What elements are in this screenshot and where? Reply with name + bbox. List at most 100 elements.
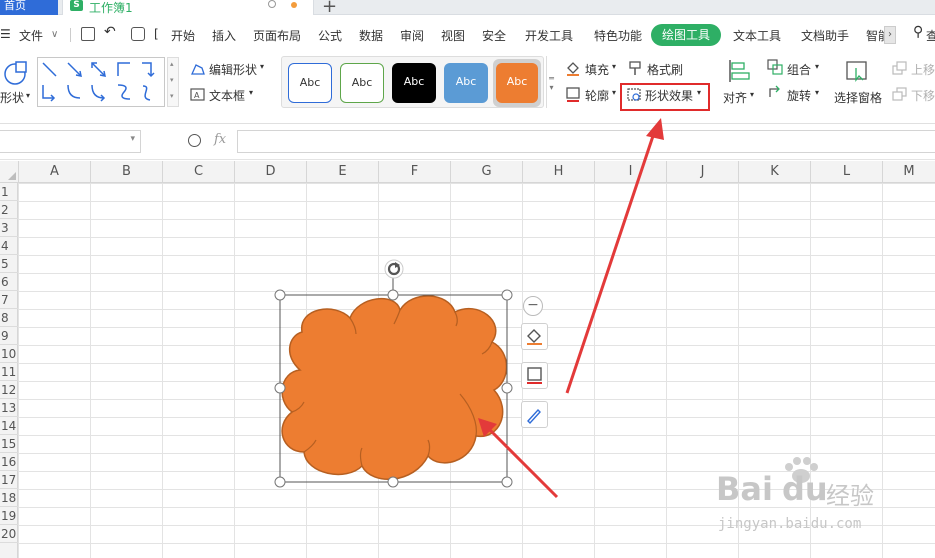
- collapse-icon[interactable]: −: [523, 296, 543, 316]
- print-icon[interactable]: [131, 27, 145, 41]
- chevron-down-icon[interactable]: ▾: [750, 90, 754, 99]
- row-header[interactable]: 2: [0, 201, 18, 219]
- row-header[interactable]: 6: [0, 273, 18, 291]
- menu-start[interactable]: 开始: [171, 27, 195, 44]
- column-header[interactable]: L: [810, 161, 882, 183]
- chevron-down-icon[interactable]: ▾: [612, 62, 616, 71]
- search-icon[interactable]: ⚲: [913, 24, 923, 40]
- column-header[interactable]: M: [882, 161, 935, 183]
- row-header[interactable]: 8: [0, 309, 18, 327]
- chevron-down-icon[interactable]: ▾: [815, 62, 819, 71]
- menu-text-tools[interactable]: 文本工具: [733, 27, 781, 44]
- column-header[interactable]: A: [18, 161, 90, 183]
- align-button[interactable]: 对齐: [723, 89, 747, 106]
- row-header[interactable]: 5: [0, 255, 18, 273]
- fx-icon[interactable]: fx: [214, 132, 226, 147]
- format-painter-icon[interactable]: [628, 60, 644, 76]
- undo-icon[interactable]: ↶: [104, 24, 116, 40]
- column-header[interactable]: B: [90, 161, 162, 183]
- style-blue[interactable]: Abc: [444, 63, 488, 103]
- row-header[interactable]: 4: [0, 237, 18, 255]
- float-style-button[interactable]: [521, 401, 548, 428]
- row-header[interactable]: 14: [0, 417, 18, 435]
- row-header[interactable]: 12: [0, 381, 18, 399]
- fill-icon[interactable]: [565, 60, 581, 76]
- row-header[interactable]: 20: [0, 525, 18, 543]
- rotate-button[interactable]: 旋转: [787, 87, 811, 104]
- new-tab-button[interactable]: +: [322, 0, 337, 17]
- save-icon[interactable]: [81, 27, 95, 41]
- align-icon[interactable]: [727, 58, 751, 84]
- name-box[interactable]: ▾: [0, 130, 141, 153]
- row-header[interactable]: 15: [0, 435, 18, 453]
- line-gallery-scroll[interactable]: ▴ ▾ ▾: [167, 57, 179, 107]
- chevron-down-icon[interactable]: ▾: [612, 88, 616, 97]
- column-header[interactable]: G: [450, 161, 522, 183]
- row-header[interactable]: 3: [0, 219, 18, 237]
- pin-icon[interactable]: [268, 0, 276, 8]
- selection-pane-icon[interactable]: [845, 59, 869, 83]
- chevron-down-icon[interactable]: ▾: [249, 88, 253, 97]
- rotate-icon[interactable]: [767, 85, 783, 101]
- menu-doc-assistant[interactable]: 文档助手: [801, 27, 849, 44]
- selection-pane-button[interactable]: 选择窗格: [834, 89, 882, 106]
- shape-button-label[interactable]: 形状: [0, 89, 24, 106]
- fill-button[interactable]: 填充: [585, 61, 609, 78]
- row-header[interactable]: 1: [0, 183, 18, 201]
- menu-review[interactable]: 审阅: [400, 27, 424, 44]
- chevron-down-icon[interactable]: ▾: [815, 88, 819, 97]
- search-label[interactable]: 查: [926, 27, 935, 44]
- shape-effects-icon[interactable]: [626, 87, 642, 103]
- menu-developer[interactable]: 开发工具: [525, 27, 573, 44]
- column-header[interactable]: H: [522, 161, 594, 183]
- menu-icon[interactable]: ☰: [0, 27, 11, 41]
- chevron-down-icon[interactable]: ▾: [130, 134, 135, 144]
- row-header[interactable]: 19: [0, 507, 18, 525]
- menu-scroll-right-button[interactable]: ›: [884, 26, 896, 44]
- row-header[interactable]: 9: [0, 327, 18, 345]
- outline-button[interactable]: 轮廓: [585, 87, 609, 104]
- column-header[interactable]: I: [594, 161, 666, 183]
- more-quick-access-icon[interactable]: [: [154, 27, 159, 41]
- float-fill-button[interactable]: [521, 323, 548, 350]
- edit-shape-button[interactable]: 编辑形状: [209, 61, 257, 78]
- menu-formulas[interactable]: 公式: [318, 27, 342, 44]
- menu-insert[interactable]: 插入: [212, 27, 236, 44]
- text-box-icon[interactable]: A: [190, 88, 206, 102]
- text-box-button[interactable]: 文本框: [209, 87, 245, 104]
- menu-view[interactable]: 视图: [441, 27, 465, 44]
- menu-drawing-tools[interactable]: 绘图工具: [651, 24, 721, 46]
- menu-special-features[interactable]: 特色功能: [594, 27, 642, 44]
- chevron-down-icon[interactable]: ∨: [51, 29, 58, 40]
- format-painter-button[interactable]: 格式刷: [647, 61, 683, 78]
- group-button[interactable]: 组合: [787, 61, 811, 78]
- row-header[interactable]: 18: [0, 489, 18, 507]
- style-black[interactable]: Abc: [392, 63, 436, 103]
- tab-workbook[interactable]: S 工作簿1: [62, 0, 314, 15]
- row-header[interactable]: 10: [0, 345, 18, 363]
- style-outline-blue[interactable]: Abc: [288, 63, 332, 103]
- menu-data[interactable]: 数据: [359, 27, 383, 44]
- menu-page-layout[interactable]: 页面布局: [253, 27, 301, 44]
- outline-icon[interactable]: [565, 86, 581, 102]
- row-header[interactable]: 16: [0, 453, 18, 471]
- zoom-icon[interactable]: [188, 134, 201, 147]
- line-shapes-icons[interactable]: [38, 58, 166, 108]
- tab-home[interactable]: 首页: [0, 0, 58, 15]
- row-header[interactable]: 7: [0, 291, 18, 309]
- formula-input[interactable]: [237, 130, 935, 153]
- select-all-corner[interactable]: [0, 161, 18, 183]
- shape-icon[interactable]: [2, 60, 28, 86]
- menu-file[interactable]: 文件: [19, 27, 43, 44]
- row-header[interactable]: 11: [0, 363, 18, 381]
- menu-security[interactable]: 安全: [482, 27, 506, 44]
- column-header[interactable]: K: [738, 161, 810, 183]
- chevron-down-icon[interactable]: ▾: [260, 62, 264, 71]
- row-header[interactable]: 13: [0, 399, 18, 417]
- float-outline-button[interactable]: [521, 362, 548, 389]
- column-header[interactable]: E: [306, 161, 378, 183]
- column-header[interactable]: D: [234, 161, 306, 183]
- style-outline-green[interactable]: Abc: [340, 63, 384, 103]
- line-shapes-gallery[interactable]: [37, 57, 165, 107]
- style-gallery-scroll[interactable]: ═ ▾: [546, 56, 556, 108]
